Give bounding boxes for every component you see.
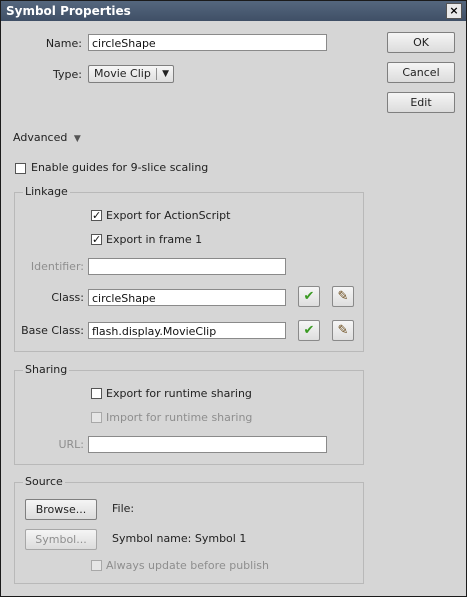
validate-class-button[interactable]: ✔ <box>298 286 320 307</box>
identifier-label: Identifier: <box>30 260 84 273</box>
export-runtime-label: Export for runtime sharing <box>106 387 252 400</box>
file-label: File: <box>112 502 135 515</box>
export-actionscript-label: Export for ActionScript <box>106 209 231 222</box>
edit-button[interactable]: Edit <box>387 92 455 113</box>
type-select-value: Movie Clip <box>94 67 151 80</box>
always-update-label: Always update before publish <box>106 559 269 572</box>
pencil-icon: ✎ <box>337 323 349 338</box>
symbol-button[interactable]: Symbol... <box>25 529 97 550</box>
url-input[interactable] <box>88 436 327 453</box>
export-runtime-checkbox[interactable] <box>91 388 102 399</box>
cancel-button[interactable]: Cancel <box>387 62 455 83</box>
close-icon[interactable]: × <box>446 3 462 19</box>
sharing-legend: Sharing <box>23 363 70 376</box>
import-runtime-label: Import for runtime sharing <box>106 411 253 424</box>
url-label: URL: <box>58 438 84 451</box>
name-input[interactable]: circleShape <box>88 34 327 51</box>
import-runtime-checkbox[interactable] <box>91 412 102 423</box>
always-update-checkbox[interactable] <box>91 560 102 571</box>
export-actionscript-checkbox[interactable]: ✓ <box>91 210 102 221</box>
class-label: Class: <box>51 291 84 304</box>
source-legend: Source <box>23 475 65 488</box>
symbol-properties-dialog: Symbol Properties × Name: circleShape Ty… <box>0 0 467 597</box>
identifier-input[interactable] <box>88 258 286 275</box>
advanced-toggle[interactable]: Advanced ▼ <box>13 131 81 144</box>
chevron-down-icon: ▼ <box>73 134 81 144</box>
check-icon: ✔ <box>303 323 315 338</box>
edit-base-class-button[interactable]: ✎ <box>332 320 354 341</box>
window-title: Symbol Properties <box>6 4 131 18</box>
type-select[interactable]: Movie Clip ▼ <box>88 65 174 83</box>
export-frame1-label: Export in frame 1 <box>106 233 203 246</box>
pencil-icon: ✎ <box>337 289 349 304</box>
nine-slice-checkbox[interactable] <box>15 163 26 174</box>
base-class-input[interactable]: flash.display.MovieClip <box>88 322 286 339</box>
ok-button[interactable]: OK <box>387 32 455 53</box>
symbol-name-text: Symbol name: Symbol 1 <box>112 532 247 545</box>
name-label: Name: <box>45 37 82 50</box>
base-class-label: Base Class: <box>21 324 84 337</box>
chevron-down-icon: ▼ <box>162 69 169 79</box>
export-frame1-checkbox[interactable]: ✓ <box>91 234 102 245</box>
select-divider <box>156 68 157 80</box>
type-label: Type: <box>53 68 82 81</box>
advanced-label: Advanced <box>13 131 68 144</box>
edit-class-button[interactable]: ✎ <box>332 286 354 307</box>
browse-button[interactable]: Browse... <box>25 499 97 520</box>
nine-slice-label: Enable guides for 9-slice scaling <box>31 161 209 174</box>
linkage-legend: Linkage <box>23 185 70 198</box>
check-icon: ✔ <box>303 289 315 304</box>
class-input[interactable]: circleShape <box>88 289 286 306</box>
validate-base-class-button[interactable]: ✔ <box>298 320 320 341</box>
title-bar[interactable]: Symbol Properties × <box>1 1 466 21</box>
